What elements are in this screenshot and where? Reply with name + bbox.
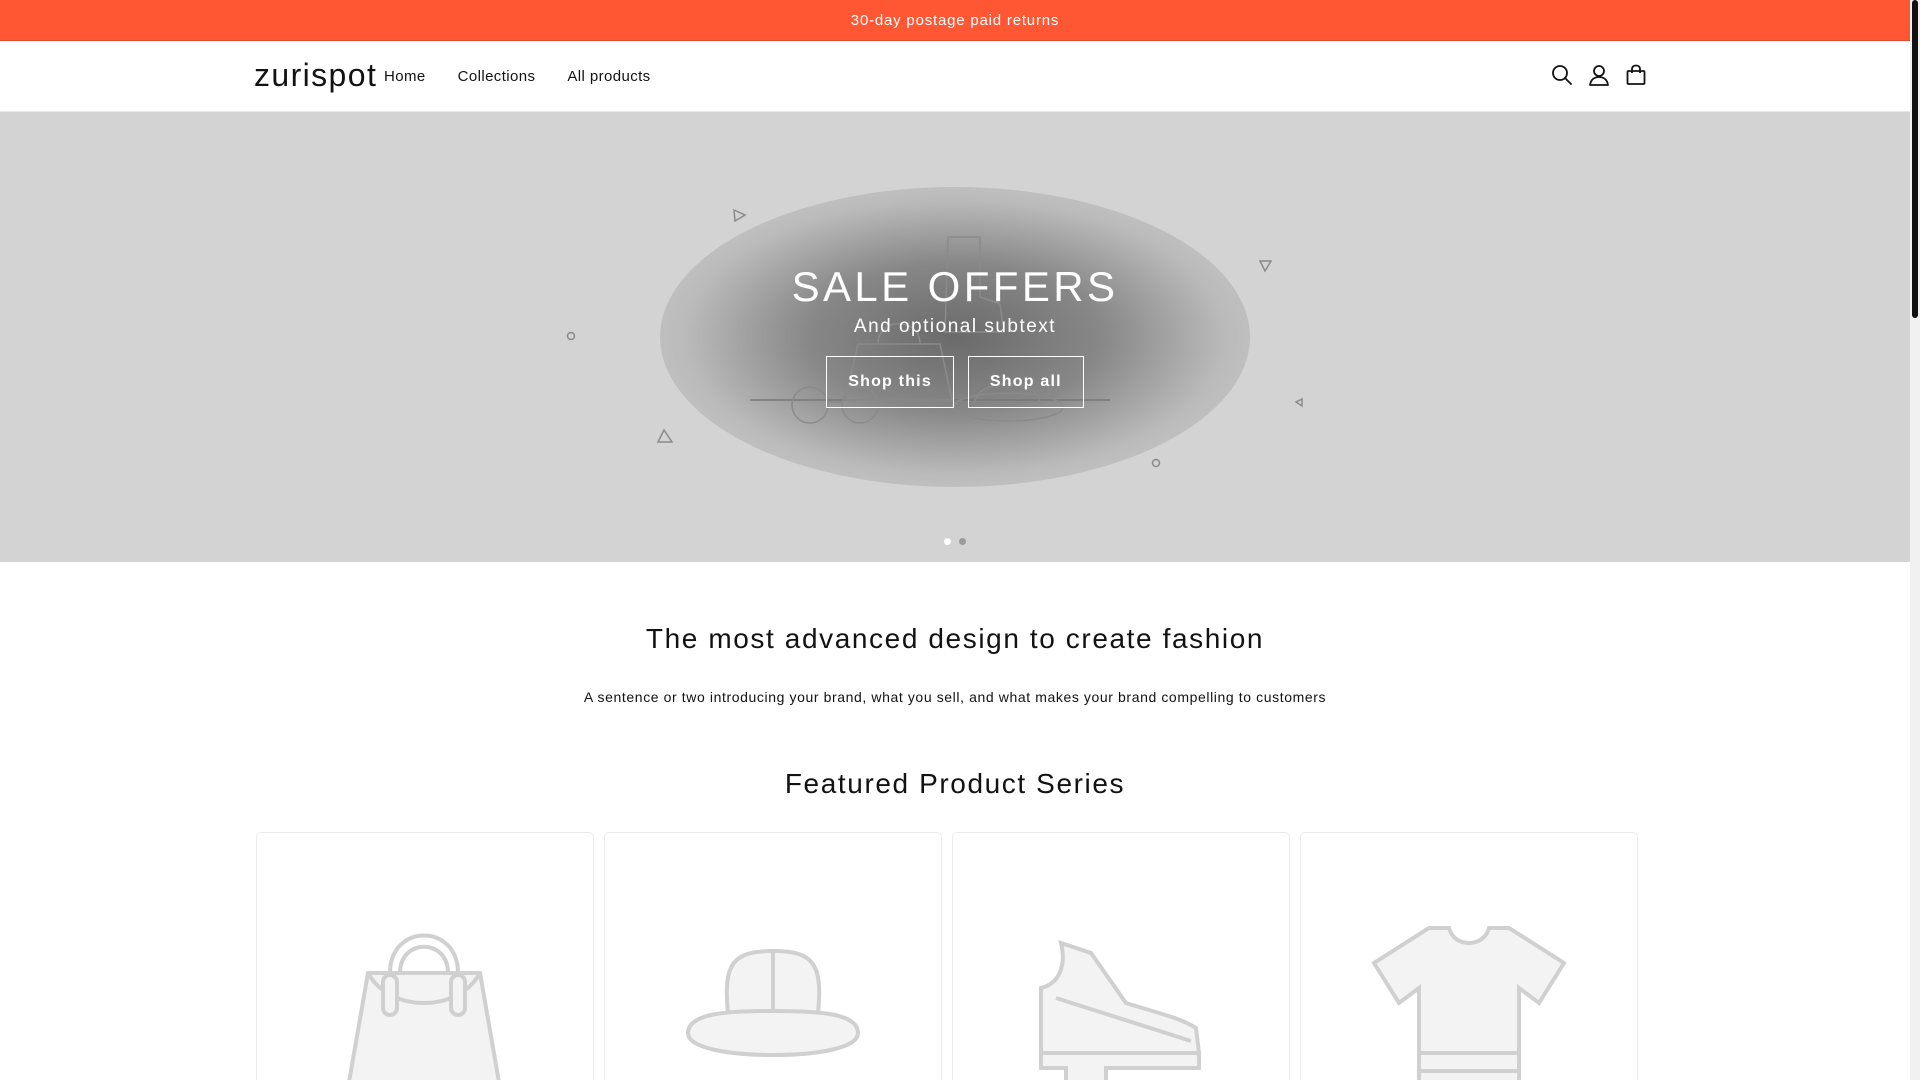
collection-card-2[interactable] — [604, 832, 942, 1080]
featured-collection-grid — [256, 832, 1638, 1080]
handbag-icon — [347, 933, 501, 1080]
account-icon[interactable] — [1587, 61, 1611, 89]
intro-section: The most advanced design to create fashi… — [0, 622, 1910, 705]
page: 30-day postage paid returns zurispot Hom… — [0, 0, 1910, 1080]
collection-card-3[interactable] — [952, 832, 1290, 1080]
intro-heading: The most advanced design to create fashi… — [645, 623, 1265, 654]
intro-text: A sentence or two introducing your brand… — [583, 688, 1327, 705]
search-icon[interactable] — [1550, 61, 1574, 89]
store-logo[interactable]: zurispot — [254, 57, 377, 94]
shop-all-button[interactable]: Shop all — [967, 356, 1084, 409]
hero-content: SALE OFFERS And optional subtext Shop th… — [0, 262, 1910, 409]
page-scrollbar[interactable] — [1910, 0, 1920, 1080]
shop-this-button[interactable]: Shop this — [826, 356, 954, 409]
site-header: zurispot Home Collections All products — [0, 41, 1910, 112]
nav-collections[interactable]: Collections — [458, 68, 536, 85]
main-nav: Home Collections All products — [384, 41, 683, 111]
slide-dots — [0, 538, 1910, 545]
slide-dot-2[interactable] — [959, 538, 966, 545]
nav-all-products[interactable]: All products — [567, 68, 650, 85]
hero-buttons: Shop this Shop all — [0, 356, 1910, 409]
featured-heading: Featured Product Series — [784, 767, 1126, 799]
hero-slideshow: SALE OFFERS And optional subtext Shop th… — [0, 112, 1910, 562]
hero-title: SALE OFFERS — [791, 263, 1119, 310]
scrollbar-thumb[interactable] — [1912, 0, 1918, 318]
collection-card-1[interactable] — [256, 832, 594, 1080]
shoe-icon — [1039, 939, 1202, 1080]
slide-dot-1[interactable] — [944, 538, 951, 545]
nav-home[interactable]: Home — [384, 68, 426, 85]
announcement-bar: 30-day postage paid returns — [0, 0, 1910, 41]
header-icons — [1550, 61, 1648, 89]
tshirt-icon — [1371, 926, 1567, 1080]
announcement-text: 30-day postage paid returns — [850, 11, 1060, 29]
hero-subtitle: And optional subtext — [853, 316, 1057, 338]
collection-card-4[interactable] — [1300, 832, 1638, 1080]
cart-icon[interactable] — [1624, 61, 1648, 89]
hat-icon — [685, 948, 861, 1058]
